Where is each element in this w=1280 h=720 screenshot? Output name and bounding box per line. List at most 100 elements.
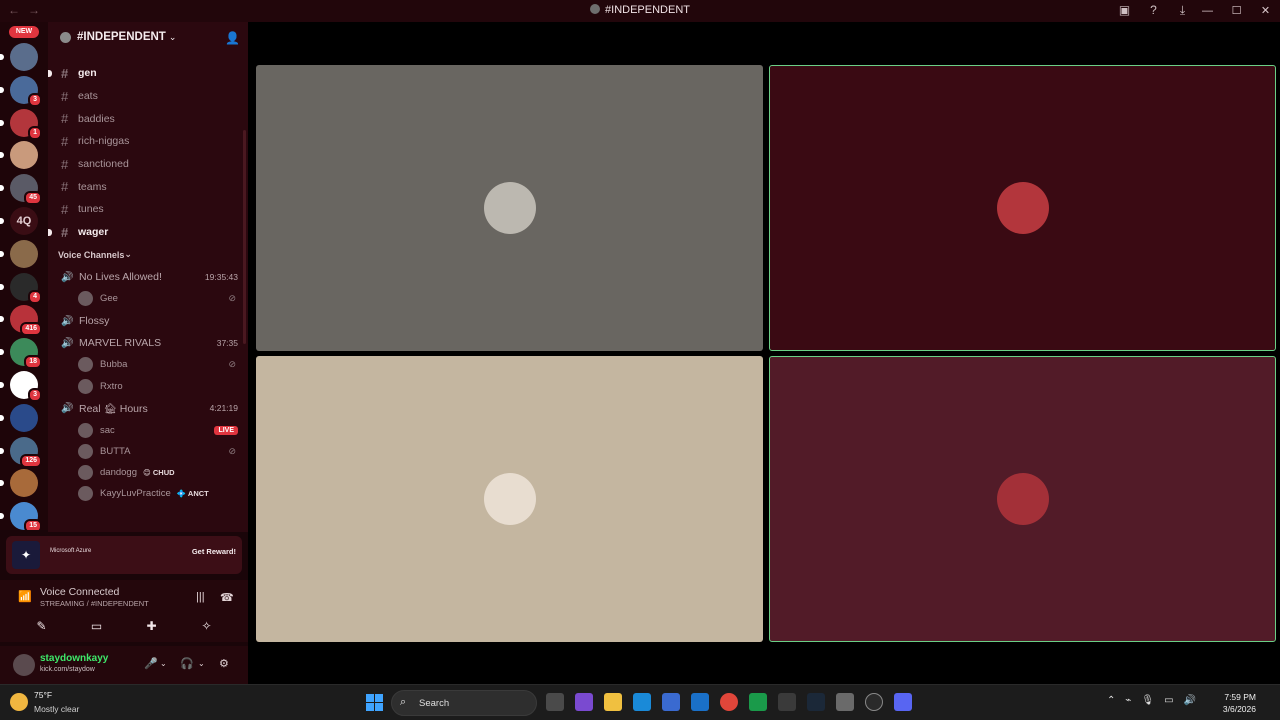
server-header[interactable]: #INDEPENDENT ⌄ 👤 bbox=[48, 22, 248, 52]
voice-channel[interactable]: 🔊 Real 🏚 Hours 4:21:19 bbox=[48, 397, 248, 420]
minimize-button[interactable]: — bbox=[1193, 0, 1222, 22]
text-channel[interactable]: # gen bbox=[48, 62, 248, 85]
voice-timer: 19:35:43 bbox=[204, 271, 238, 282]
screenshare-icon[interactable]: ▭ bbox=[87, 616, 107, 636]
server-icon[interactable]: 4Q bbox=[0, 206, 38, 235]
clock[interactable]: 7:59 PM 3/6/2026 bbox=[1223, 691, 1256, 715]
mention-badge: 15 bbox=[24, 519, 42, 530]
start-button[interactable] bbox=[366, 694, 383, 711]
voice-detail[interactable]: STREAMING / #INDEPENDENT bbox=[40, 599, 149, 608]
edge-icon[interactable] bbox=[633, 693, 651, 711]
avatar bbox=[78, 378, 93, 394]
chrome-icon[interactable] bbox=[720, 693, 738, 711]
server-icon[interactable]: 3 bbox=[0, 75, 42, 107]
text-channel[interactable]: # eats bbox=[48, 85, 248, 108]
maximize-button[interactable]: ☐ bbox=[1222, 0, 1251, 22]
gear-icon[interactable]: ⚙ bbox=[219, 657, 229, 670]
help-icon[interactable]: ? bbox=[1146, 3, 1161, 18]
inbox-icon[interactable]: ▣ bbox=[1117, 3, 1132, 18]
server-icon[interactable]: 3 bbox=[0, 370, 42, 402]
activities-icon[interactable]: ✚ bbox=[142, 616, 162, 636]
soundboard-icon[interactable]: ✧ bbox=[197, 616, 217, 636]
task-view-icon[interactable] bbox=[546, 693, 564, 711]
store-icon[interactable] bbox=[662, 693, 680, 711]
voice-member[interactable]: KayyLuvPractice 💠 ANCT bbox=[48, 483, 248, 504]
participant-tile[interactable] bbox=[769, 65, 1276, 351]
get-reward-button[interactable]: Get Reward! bbox=[192, 547, 236, 556]
server-icon[interactable] bbox=[0, 403, 38, 432]
voice-member[interactable]: BUTTA ⊘ bbox=[48, 441, 248, 462]
hash-icon: # bbox=[61, 201, 69, 217]
participant-tile[interactable] bbox=[769, 356, 1276, 642]
mention-badge: 3 bbox=[28, 387, 42, 402]
settings-icon[interactable] bbox=[836, 693, 854, 711]
steam-icon[interactable] bbox=[807, 693, 825, 711]
text-channel[interactable]: # baddies bbox=[48, 107, 248, 130]
sidebar-scrollbar[interactable] bbox=[243, 130, 246, 344]
voice-channel[interactable]: 🔊 Flossy bbox=[48, 309, 248, 332]
server-icon[interactable] bbox=[0, 43, 38, 71]
avatar bbox=[78, 443, 93, 459]
participant-tile[interactable] bbox=[256, 356, 763, 642]
close-button[interactable]: ✕ bbox=[1251, 0, 1280, 22]
display-icon[interactable]: ▭ bbox=[1164, 695, 1173, 706]
voice-member[interactable]: Gee ⊘ bbox=[48, 288, 248, 309]
text-channel[interactable]: # teams bbox=[48, 175, 248, 198]
voice-channel-name: No Lives Allowed! bbox=[79, 270, 162, 283]
server-icon[interactable]: 416 bbox=[0, 305, 42, 337]
taskbar-search[interactable]: ⌕ Search bbox=[391, 690, 537, 716]
voice-channel[interactable]: 🔊 No Lives Allowed! 19:35:43 bbox=[48, 266, 248, 289]
voice-status[interactable]: Voice Connected bbox=[40, 586, 119, 598]
voice-member[interactable]: dandogg 😊 CHUD bbox=[48, 462, 248, 483]
pinned-apps bbox=[546, 693, 912, 711]
weather-temp[interactable]: 75°F bbox=[34, 690, 52, 700]
server-icon[interactable] bbox=[0, 141, 38, 170]
copilot-icon[interactable] bbox=[575, 693, 593, 711]
file-explorer-icon[interactable] bbox=[604, 693, 622, 711]
server-icon[interactable]: 15 bbox=[0, 502, 42, 530]
disconnect-icon[interactable]: ☎ bbox=[220, 591, 234, 604]
microphone-icon[interactable]: 🎤 bbox=[144, 657, 158, 670]
add-member-icon[interactable]: 👤 bbox=[225, 31, 240, 45]
download-icon[interactable]: ⤓ bbox=[1175, 3, 1190, 18]
server-icon[interactable]: 1 bbox=[0, 108, 42, 140]
server-icon[interactable]: 4 bbox=[0, 272, 42, 304]
noise-suppression-icon[interactable]: ||| bbox=[196, 591, 205, 603]
text-channel[interactable]: # sanctioned bbox=[48, 153, 248, 176]
voice-member[interactable]: Rxtro bbox=[48, 376, 248, 397]
text-channel[interactable]: # rich-niggas bbox=[48, 130, 248, 153]
app-icon[interactable] bbox=[778, 693, 796, 711]
chevron-up-icon[interactable]: ⌃ bbox=[1107, 695, 1115, 706]
discord-icon[interactable] bbox=[894, 693, 912, 711]
avatar[interactable] bbox=[13, 654, 35, 676]
camera-off-icon[interactable]: ✎ bbox=[32, 616, 52, 636]
xbox-icon[interactable] bbox=[749, 693, 767, 711]
server-icon[interactable]: 45 bbox=[0, 174, 42, 206]
text-channel[interactable]: # wager bbox=[48, 221, 248, 244]
chevron-down-icon[interactable]: ⌄ bbox=[160, 659, 167, 668]
volume-icon[interactable]: 🔊 bbox=[1184, 695, 1196, 706]
voice-member[interactable]: Bubba ⊘ bbox=[48, 354, 248, 375]
avatar bbox=[78, 486, 93, 502]
voice-member[interactable]: sac LIVE bbox=[48, 419, 248, 440]
voice-channel[interactable]: 🔊 MARVEL RIVALS 37:35 bbox=[48, 332, 248, 355]
text-channel[interactable]: # tunes bbox=[48, 198, 248, 221]
chevron-down-icon: ⌄ bbox=[124, 249, 132, 259]
server-icon[interactable] bbox=[0, 239, 38, 268]
username: staydownkayy bbox=[40, 653, 109, 664]
server-icon[interactable]: 18 bbox=[0, 338, 42, 370]
voice-category[interactable]: Voice Channels ⌄ bbox=[48, 244, 248, 266]
microphone-icon[interactable]: 🎙 bbox=[1141, 695, 1154, 706]
participant-tile[interactable] bbox=[256, 65, 763, 351]
headphones-icon[interactable]: 🎧 bbox=[180, 657, 194, 670]
obs-icon[interactable] bbox=[865, 693, 883, 711]
weather-icon[interactable] bbox=[10, 693, 28, 711]
channel-name: wager bbox=[78, 226, 109, 239]
chevron-down-icon[interactable]: ⌄ bbox=[198, 659, 205, 668]
weather-condition[interactable]: Mostly clear bbox=[34, 704, 79, 714]
mail-icon[interactable] bbox=[691, 693, 709, 711]
network-icon[interactable]: ⌁ bbox=[1125, 695, 1131, 706]
server-icon[interactable]: 126 bbox=[0, 436, 42, 468]
channel-list: # gen # eats # baddies # rich-niggas # sanctioned… bbox=[48, 62, 248, 505]
server-icon[interactable] bbox=[0, 469, 38, 498]
